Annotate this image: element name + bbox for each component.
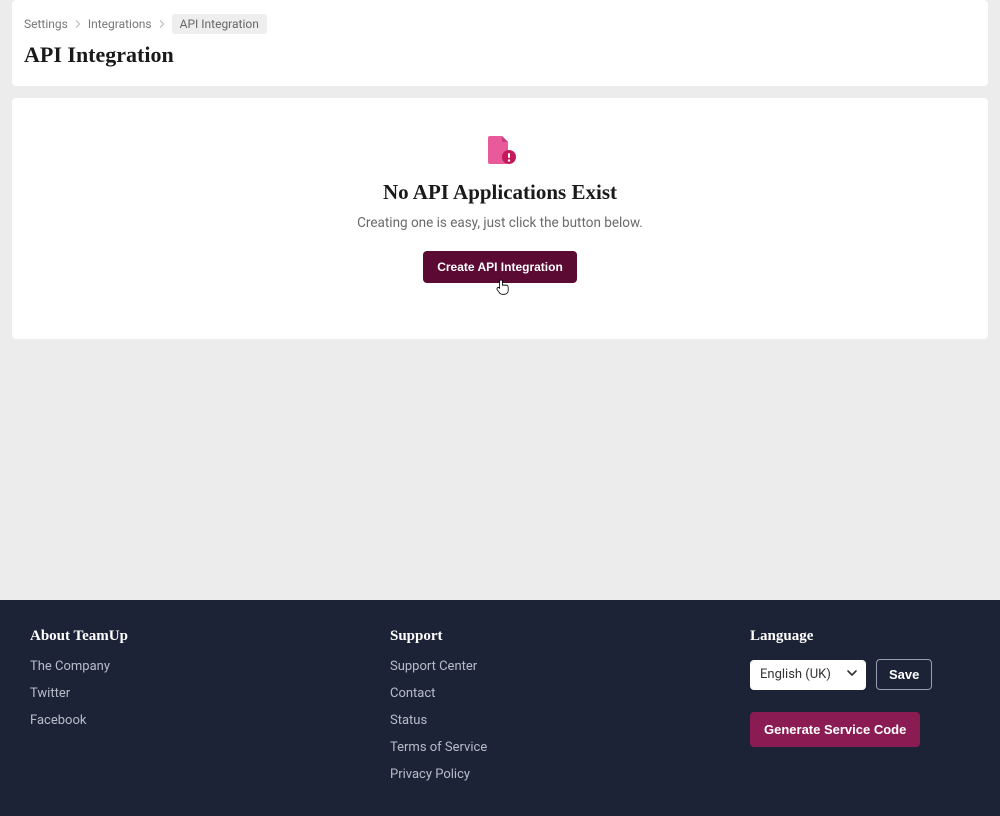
footer-language-heading: Language	[750, 628, 1000, 645]
empty-state-subtitle: Creating one is easy, just click the but…	[32, 215, 968, 231]
breadcrumb: Settings Integrations API Integration	[24, 14, 976, 34]
footer-link-support-center[interactable]: Support Center	[390, 659, 690, 674]
chevron-right-icon	[158, 18, 166, 31]
footer-link-twitter[interactable]: Twitter	[30, 686, 330, 701]
footer-language-column: Language English (UK) Save Generate Serv…	[750, 628, 1000, 796]
footer-link-status[interactable]: Status	[390, 713, 690, 728]
footer-link-contact[interactable]: Contact	[390, 686, 690, 701]
page-footer: About TeamUp The Company Twitter Faceboo…	[0, 600, 1000, 816]
page-header: Settings Integrations API Integration AP…	[12, 0, 988, 86]
create-api-integration-button[interactable]: Create API Integration	[423, 251, 577, 283]
chevron-right-icon	[74, 18, 82, 31]
footer-support-column: Support Support Center Contact Status Te…	[390, 628, 690, 796]
language-selected-value: English (UK)	[760, 667, 831, 682]
page-title: API Integration	[24, 42, 976, 68]
footer-link-terms[interactable]: Terms of Service	[390, 740, 690, 755]
footer-support-heading: Support	[390, 628, 690, 645]
generate-service-code-button[interactable]: Generate Service Code	[750, 712, 920, 747]
footer-link-facebook[interactable]: Facebook	[30, 713, 330, 728]
breadcrumb-current: API Integration	[172, 14, 267, 34]
empty-state-card: No API Applications Exist Creating one i…	[12, 98, 988, 339]
breadcrumb-settings[interactable]: Settings	[24, 17, 68, 31]
language-select[interactable]: English (UK)	[750, 660, 866, 690]
empty-state-title: No API Applications Exist	[32, 180, 968, 205]
footer-link-privacy[interactable]: Privacy Policy	[390, 767, 690, 782]
chevron-down-icon	[846, 667, 858, 683]
footer-link-company[interactable]: The Company	[30, 659, 330, 674]
breadcrumb-integrations[interactable]: Integrations	[88, 17, 152, 31]
footer-about-column: About TeamUp The Company Twitter Faceboo…	[30, 628, 330, 796]
save-language-button[interactable]: Save	[876, 659, 932, 690]
footer-about-heading: About TeamUp	[30, 628, 330, 645]
document-alert-icon	[482, 134, 518, 170]
